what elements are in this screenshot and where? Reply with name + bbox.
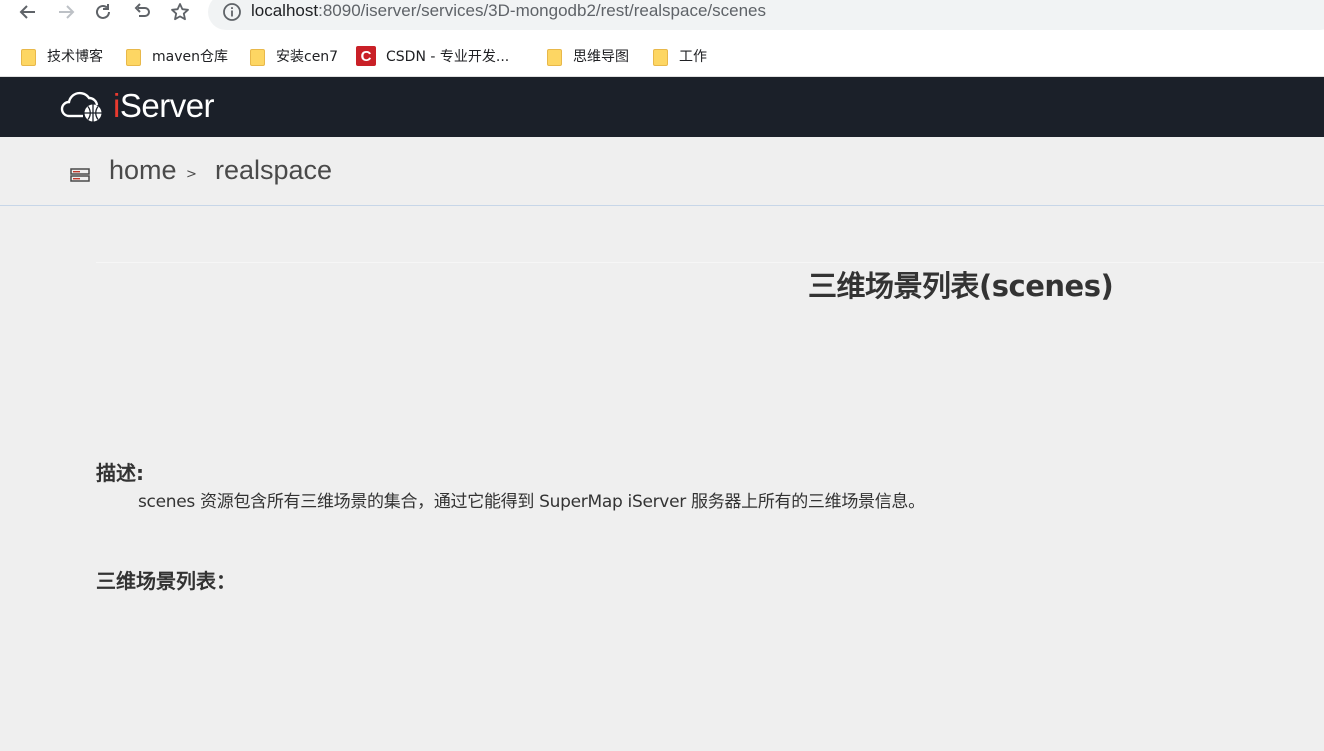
- bookmark-item[interactable]: maven仓库: [125, 46, 228, 66]
- bookmarks-bar: 技术博客 maven仓库 安装cen7 C CSDN - 专业开发... 思维导…: [0, 36, 1324, 77]
- logo-text-server: Server: [119, 87, 215, 124]
- server-icon: [70, 168, 90, 182]
- browser-toolbar: localhost:8090/iserver/services/3D-mongo…: [0, 0, 1324, 36]
- bookmark-label: 思维导图: [573, 49, 629, 65]
- arrow-left-icon: [19, 5, 35, 19]
- back-button[interactable]: [13, 0, 43, 24]
- reload-button[interactable]: [88, 0, 118, 24]
- info-icon[interactable]: [222, 2, 242, 22]
- bookmark-label: 工作: [679, 49, 707, 65]
- bookmark-label: maven仓库: [152, 49, 228, 65]
- description-text: scenes 资源包含所有三维场景的集合，通过它能得到 SuperMap iSe…: [138, 492, 925, 512]
- bookmark-item[interactable]: C CSDN - 专业开发...: [356, 46, 509, 66]
- bookmark-label: CSDN - 专业开发...: [386, 49, 510, 65]
- folder-icon: [249, 48, 265, 66]
- page-title: 三维场景列表(scenes): [808, 269, 1114, 303]
- url-path: :8090/iserver/services/3D-mongodb2/rest/…: [318, 1, 766, 20]
- reload-icon: [96, 4, 110, 19]
- url-text[interactable]: localhost:8090/iserver/services/3D-mongo…: [251, 1, 766, 21]
- folder-icon: [20, 48, 36, 66]
- forward-button[interactable]: [51, 0, 81, 24]
- breadcrumb-realspace-link[interactable]: realspace: [215, 155, 332, 186]
- breadcrumb: home > realspace: [0, 137, 1324, 206]
- cloud-globe-icon: [60, 91, 102, 122]
- bookmark-item[interactable]: 思维导图: [546, 46, 629, 66]
- app-header: iServer: [0, 77, 1324, 137]
- breadcrumb-separator: >: [186, 167, 197, 182]
- folder-icon: [125, 48, 141, 66]
- bookmark-item[interactable]: 工作: [652, 46, 707, 66]
- iserver-logo[interactable]: iServer: [59, 86, 215, 126]
- description-label: 描述:: [96, 461, 144, 485]
- bookmark-star-button[interactable]: [165, 0, 195, 24]
- folder-icon: [546, 48, 562, 66]
- content-divider: [96, 262, 1324, 263]
- star-icon: [171, 3, 189, 21]
- scene-list-label: 三维场景列表：: [96, 569, 236, 593]
- bookmark-item[interactable]: 安装cen7: [249, 46, 338, 66]
- logo-text-i: i: [113, 87, 120, 124]
- url-host: localhost: [251, 1, 319, 20]
- folder-icon: [652, 48, 668, 66]
- bookmark-item[interactable]: 技术博客: [20, 46, 103, 66]
- undo-button[interactable]: [127, 0, 157, 24]
- arrow-right-icon: [59, 5, 75, 19]
- logo-text: iServer: [113, 87, 215, 125]
- bookmark-label: 技术博客: [47, 49, 103, 65]
- bookmark-label: 安装cen7: [276, 49, 339, 65]
- undo-icon: [134, 3, 150, 17]
- breadcrumb-home-link[interactable]: home: [109, 155, 177, 186]
- csdn-icon: C: [356, 46, 376, 66]
